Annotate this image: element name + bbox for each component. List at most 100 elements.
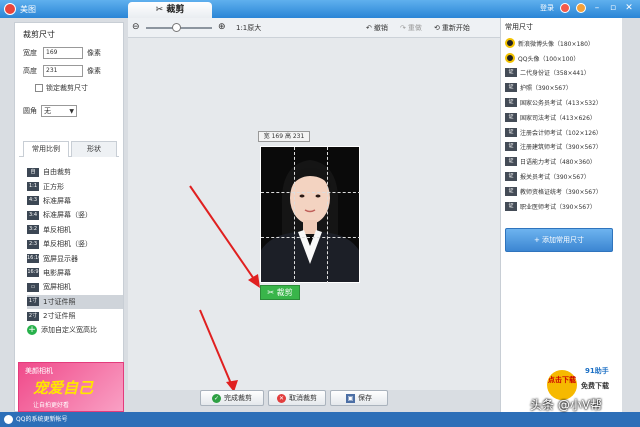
- preset-size-item[interactable]: 新浪微博头像（180×180）: [505, 36, 621, 51]
- ratio-16-9-icon: 16:9: [27, 268, 39, 278]
- height-unit: 像素: [87, 67, 101, 75]
- lock-size-checkbox[interactable]: [35, 84, 43, 92]
- app-logo-icon: [4, 3, 16, 15]
- crop-frame[interactable]: [260, 146, 360, 283]
- height-row: 高度 231 像素: [23, 65, 101, 77]
- preset-size-item[interactable]: 证报关员考试（390×567）: [505, 169, 621, 184]
- corner-label: 圆角: [23, 107, 37, 115]
- zoom-in-icon[interactable]: ⊕: [218, 22, 228, 32]
- zoom-slider-thumb[interactable]: [172, 23, 181, 32]
- width-input[interactable]: 169: [43, 47, 83, 59]
- annotation-arrow: [199, 309, 238, 392]
- ratio-item-4-3[interactable]: 4:3 标准屏幕: [27, 194, 123, 208]
- original-size-button[interactable]: 1:1原大: [236, 23, 261, 33]
- title-bar: 美图 ✂ 裁剪 登录 – ▫ ✕: [0, 0, 640, 18]
- preset-size-item[interactable]: 证国家司法考试（413×626）: [505, 110, 621, 125]
- preset-size-item[interactable]: 证注册建筑师考试（390×567）: [505, 140, 621, 155]
- weibo-icon: [505, 38, 515, 49]
- ratio-item-1-inch[interactable]: 1寸 1寸证件照: [27, 294, 123, 309]
- ad-banner-left[interactable]: 美颜相机 宠爱自己 让自拍更好看: [18, 362, 124, 412]
- corner-select[interactable]: 无 ▼: [41, 105, 77, 117]
- preset-size-item[interactable]: 证职业医师考试（390×567）: [505, 199, 621, 214]
- preset-size-item[interactable]: 证护照（390×567）: [505, 80, 621, 95]
- ad-left-subtitle: 让自拍更好看: [33, 402, 70, 409]
- ad-left-title: 宠爱自己: [33, 379, 94, 397]
- height-input[interactable]: 231: [43, 65, 83, 77]
- preset-sizes-title: 常用尺寸: [505, 23, 533, 31]
- ratio-4-3-icon: 4:3: [27, 196, 39, 206]
- titlebar-right: 登录 – ▫ ✕: [540, 3, 634, 13]
- close-icon[interactable]: ✕: [624, 3, 634, 13]
- tab-crop[interactable]: ✂ 裁剪: [128, 2, 212, 18]
- view-toolbar: ⊖ ⊕ 1:1原大 ↶ 撤销 ↷ 重做 ⟲ 重新开始: [128, 18, 500, 38]
- grid-line: [261, 237, 360, 238]
- redo-icon: ↷: [400, 24, 406, 32]
- message-icon[interactable]: [576, 3, 586, 13]
- zoom-out-icon[interactable]: ⊖: [132, 22, 142, 32]
- width-unit: 像素: [87, 49, 101, 57]
- annotation-arrow: [189, 185, 260, 288]
- crop-button[interactable]: ✂ 裁剪: [260, 285, 300, 300]
- preset-size-list: 新浪微博头像（180×180） QQ头像（100×100） 证二代身份证（358…: [505, 36, 621, 214]
- add-custom-ratio[interactable]: + 添加自定义宽高比: [27, 323, 123, 337]
- grid-line: [327, 147, 328, 283]
- ratio-1-inch-icon: 1寸: [27, 297, 39, 307]
- restart-button[interactable]: ⟲ 重新开始: [434, 23, 470, 33]
- finish-crop-button[interactable]: ✓ 完成裁剪: [200, 390, 264, 406]
- width-row: 宽度 169 像素: [23, 47, 101, 59]
- cancel-crop-button[interactable]: ✕ 取消裁剪: [268, 390, 326, 406]
- avatar-icon[interactable]: [560, 3, 570, 13]
- ratio-item-wide-camera[interactable]: ▭ 宽屏相机: [27, 280, 123, 294]
- ratio-item-square[interactable]: 1:1 正方形: [27, 179, 123, 193]
- add-preset-size-button[interactable]: + 添加常用尺寸: [505, 228, 613, 252]
- status-bar: QQ的系统更新帐号: [0, 412, 640, 427]
- redo-button[interactable]: ↷ 重做: [400, 23, 422, 33]
- ad-right-text: 免费下载: [581, 382, 609, 390]
- ratio-item-3-4[interactable]: 3:4 标准屏幕（竖）: [27, 208, 123, 222]
- ratio-2-3-icon: 2:3: [27, 239, 39, 249]
- login-link[interactable]: 登录: [540, 3, 554, 13]
- ad-right-brand: 91助手: [585, 367, 609, 375]
- ratio-16-10-icon: 16:10: [27, 254, 42, 264]
- lock-size-row[interactable]: 锁定裁剪尺寸: [35, 83, 88, 93]
- ratio-3-2-icon: 3:2: [27, 225, 39, 235]
- preset-size-item[interactable]: 证注册会计师考试（102×126）: [505, 125, 621, 140]
- ratio-item-3-2[interactable]: 3:2 单反相机: [27, 223, 123, 237]
- scissors-icon: ✂: [267, 288, 275, 297]
- ratio-free-icon: 自: [27, 167, 39, 177]
- undo-button[interactable]: ↶ 撤销: [366, 23, 388, 33]
- check-icon: ✓: [212, 393, 221, 403]
- id-photo-icon: 证: [505, 127, 517, 137]
- ratio-item-2-inch[interactable]: 2寸 2寸证件照: [27, 309, 123, 323]
- save-button[interactable]: ▣ 保存: [330, 390, 388, 406]
- ad-left-brand: 美颜相机: [25, 367, 53, 375]
- ratio-square-icon: 1:1: [27, 182, 39, 192]
- preset-size-item[interactable]: 证国家公务员考试（413×532）: [505, 95, 621, 110]
- maximize-icon[interactable]: ▫: [608, 3, 618, 13]
- ratio-3-4-icon: 3:4: [27, 210, 39, 220]
- id-photo-icon: 证: [505, 112, 517, 122]
- minimize-icon[interactable]: –: [592, 3, 602, 13]
- width-label: 宽度: [23, 49, 37, 57]
- tab-shape[interactable]: 形状: [71, 141, 117, 157]
- ratio-item-2-3[interactable]: 2:3 单反相机（竖）: [27, 237, 123, 251]
- watermark: 头条 @小V帮: [530, 398, 603, 412]
- close-icon: ✕: [277, 393, 286, 403]
- tab-common-ratio[interactable]: 常用比例: [23, 141, 69, 157]
- plus-icon: +: [27, 325, 37, 336]
- preset-size-item[interactable]: QQ头像（100×100）: [505, 51, 621, 66]
- portrait-photo[interactable]: [260, 146, 360, 283]
- ratio-tabs: 常用比例 形状: [19, 141, 119, 157]
- corner-row: 圆角 无 ▼: [23, 105, 77, 117]
- preset-size-item[interactable]: 证日语能力考试（480×360）: [505, 154, 621, 169]
- ratio-item-16-10[interactable]: 16:10 宽屏显示器: [27, 251, 123, 265]
- preset-sizes-panel: 常用尺寸 新浪微博头像（180×180） QQ头像（100×100） 证二代身份…: [500, 18, 622, 412]
- grid-line: [261, 192, 360, 193]
- id-photo-icon: 证: [505, 98, 517, 108]
- ratio-item-free[interactable]: 自自由裁剪: [27, 165, 123, 179]
- preset-size-item[interactable]: 证二代身份证（358×441）: [505, 66, 621, 81]
- ratio-item-16-9[interactable]: 16:9 电影屏幕: [27, 266, 123, 280]
- qq-icon: [505, 53, 515, 64]
- preset-size-item[interactable]: 证教师资格证统考（390×567）: [505, 184, 621, 199]
- ratio-list: 自自由裁剪 1:1 正方形 4:3 标准屏幕 3:4 标准屏幕（竖） 3:2 单反相机 …: [27, 165, 123, 338]
